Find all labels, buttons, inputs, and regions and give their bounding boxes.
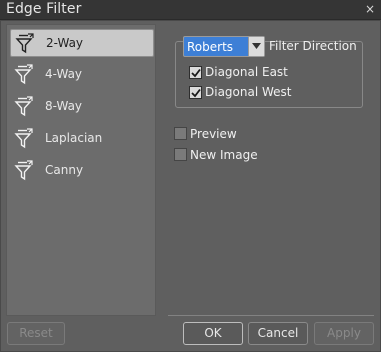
window-title: Edge Filter <box>6 1 82 17</box>
close-icon[interactable]: × <box>363 1 377 17</box>
filter-item-laplacian[interactable]: Laplacian <box>10 125 154 153</box>
diagonal-west-checkbox[interactable] <box>189 86 202 99</box>
filter-item-label: 4-Way <box>45 67 83 81</box>
funnel-arrow-icon <box>14 64 33 85</box>
checkmark-icon <box>191 68 201 78</box>
filter-item-8-way[interactable]: 8-Way <box>10 93 154 121</box>
apply-button[interactable]: Apply <box>314 322 374 345</box>
ok-button[interactable]: OK <box>183 322 243 345</box>
dropdown-button[interactable] <box>248 37 264 56</box>
title-bar: Edge Filter × <box>0 0 381 20</box>
filter-method-value: Roberts <box>187 40 234 54</box>
filter-item-label: Canny <box>45 163 84 177</box>
diagonal-west-label: Diagonal West <box>205 85 292 99</box>
funnel-arrow-icon <box>14 160 33 181</box>
funnel-arrow-icon <box>15 33 34 54</box>
preview-checkbox[interactable] <box>174 127 187 140</box>
filter-item-canny[interactable]: Canny <box>10 157 154 185</box>
funnel-arrow-icon <box>14 96 33 117</box>
filter-method-select[interactable]: Roberts <box>183 36 265 57</box>
filter-list: 2-Way 4-Way 8-Way Laplacian Canny <box>6 24 156 316</box>
filter-item-label: 2-Way <box>46 36 84 50</box>
checkmark-icon <box>191 88 201 98</box>
cancel-button[interactable]: Cancel <box>248 322 308 345</box>
filter-item-label: 8-Way <box>45 99 83 113</box>
chevron-down-icon <box>252 43 261 49</box>
new-image-label: New Image <box>190 148 258 162</box>
reset-button[interactable]: Reset <box>7 322 65 345</box>
new-image-checkbox[interactable] <box>174 148 187 161</box>
divider <box>168 315 374 316</box>
filter-item-4-way[interactable]: 4-Way <box>10 61 154 89</box>
diagonal-east-label: Diagonal East <box>205 65 288 79</box>
diagonal-east-checkbox[interactable] <box>189 66 202 79</box>
filter-direction-label: Filter Direction <box>269 39 357 53</box>
preview-label: Preview <box>190 127 237 141</box>
funnel-arrow-icon <box>14 128 33 149</box>
filter-item-label: Laplacian <box>45 131 103 145</box>
filter-item-2-way[interactable]: 2-Way <box>10 29 154 57</box>
